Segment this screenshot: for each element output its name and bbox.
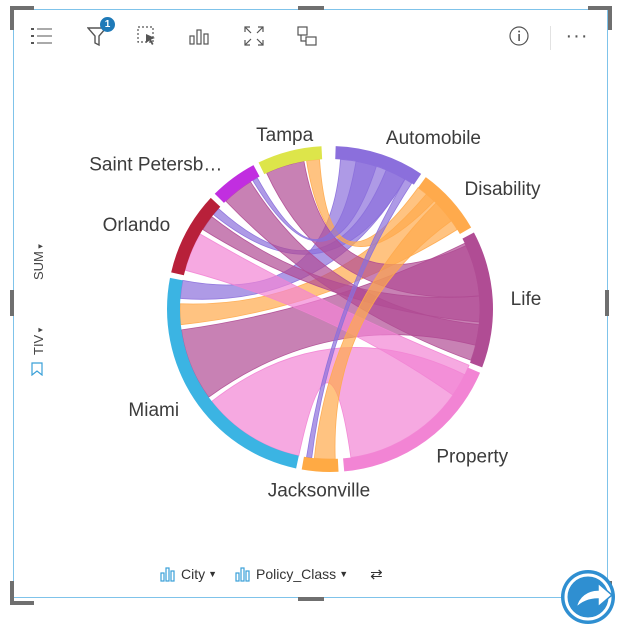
arc-label: Miami bbox=[128, 400, 179, 421]
string-field-icon bbox=[235, 567, 250, 582]
arc-label: Tampa bbox=[256, 125, 313, 146]
swap-fields-icon[interactable]: ⇄ bbox=[370, 565, 383, 583]
string-field-icon bbox=[160, 567, 175, 582]
arc-label: Property bbox=[436, 446, 508, 467]
arc-label: Orlando bbox=[103, 215, 171, 236]
share-button[interactable] bbox=[558, 564, 622, 626]
arc-label: Jacksonville bbox=[268, 481, 370, 502]
arc-segment[interactable] bbox=[301, 456, 339, 472]
arc-label: Saint Petersb… bbox=[89, 155, 222, 176]
policy-class-field-dropdown[interactable]: Policy_Class ▼ bbox=[235, 566, 348, 582]
arc-label: Life bbox=[511, 289, 542, 310]
city-field-dropdown[interactable]: City ▼ bbox=[160, 566, 217, 582]
y-axis-controls: SUM ▾ TIV ▾ bbox=[27, 220, 49, 390]
x-axis-controls: City ▼ Policy_Class ▼ ⇄ bbox=[160, 562, 383, 586]
arc-label: Automobile bbox=[386, 128, 481, 149]
chord-diagram: Automobile Disability Life Property Jacksonv… bbox=[89, 125, 542, 502]
share-arrow-icon bbox=[561, 570, 615, 624]
y-field-dropdown[interactable]: TIV ▾ bbox=[31, 328, 46, 355]
arc-label: Disability bbox=[465, 179, 542, 200]
number-field-icon bbox=[31, 362, 43, 376]
statistic-dropdown[interactable]: SUM ▾ bbox=[31, 244, 46, 280]
